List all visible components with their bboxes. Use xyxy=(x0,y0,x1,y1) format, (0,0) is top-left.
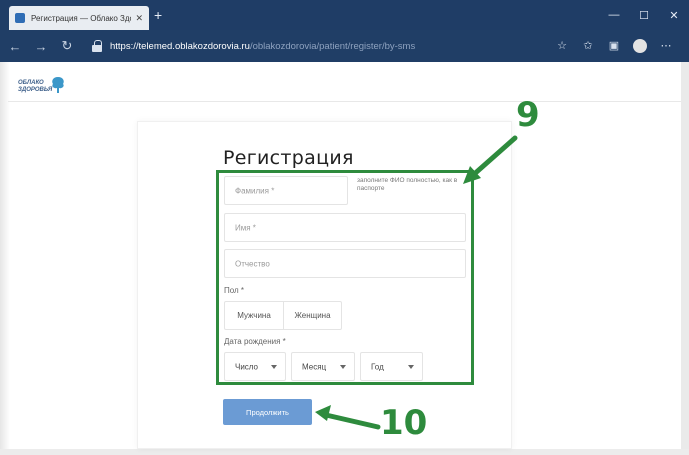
close-window-button[interactable]: ✕ xyxy=(659,0,689,30)
logo-tree-icon xyxy=(52,77,64,93)
more-icon[interactable]: ⋯ xyxy=(653,39,679,53)
page-left-edge xyxy=(0,62,10,455)
browser-address-bar: ← → ↻ https://telemed.oblakozdorovia.ru … xyxy=(0,30,689,62)
close-tab-icon[interactable]: ✕ xyxy=(135,13,143,24)
logo-line-1: ОБЛАКО xyxy=(18,80,44,86)
window-controls: — ☐ ✕ xyxy=(599,0,689,30)
minimize-button[interactable]: — xyxy=(599,0,629,30)
favorites-icon[interactable]: ✩ xyxy=(575,39,601,53)
star-icon[interactable]: ☆ xyxy=(549,39,575,53)
page-bottom-edge xyxy=(0,449,689,455)
url-field[interactable]: https://telemed.oblakozdorovia.ru /oblak… xyxy=(92,35,549,57)
logo-line-2: ЗДОРОВЬЯ xyxy=(18,87,53,93)
annotation-number-9: 9 xyxy=(516,95,540,135)
browser-toolbar: ☆ ✩ ▣ ⋯ xyxy=(549,39,679,53)
continue-button[interactable]: Продолжить xyxy=(223,399,312,425)
site-logo[interactable]: ОБЛАКО ЗДОРОВЬЯ xyxy=(14,77,74,100)
page-right-edge xyxy=(681,62,689,455)
profile-avatar[interactable] xyxy=(633,39,647,53)
collections-icon[interactable]: ▣ xyxy=(601,39,627,53)
screenshot-frame: Регистрация — Облако Здоро ✕ + — ☐ ✕ ← →… xyxy=(0,0,689,455)
browser-tab[interactable]: Регистрация — Облако Здоро ✕ xyxy=(9,6,149,30)
refresh-icon[interactable]: ↻ xyxy=(56,35,78,57)
annotation-highlight-box xyxy=(216,170,474,385)
maximize-button[interactable]: ☐ xyxy=(629,0,659,30)
page-favicon-icon xyxy=(15,13,25,23)
browser-tab-bar: Регистрация — Облако Здоро ✕ + — ☐ ✕ xyxy=(0,0,689,30)
lock-icon[interactable] xyxy=(92,40,102,52)
annotation-number-10: 10 xyxy=(380,403,428,443)
page-title: Регистрация xyxy=(223,147,354,169)
forward-icon[interactable]: → xyxy=(30,35,52,57)
site-header xyxy=(8,62,681,102)
url-path: /oblakozdorovia/patient/register/by-sms xyxy=(249,40,416,52)
new-tab-button[interactable]: + xyxy=(154,8,162,22)
logo-text: ОБЛАКО ЗДОРОВЬЯ xyxy=(18,80,52,94)
url-domain: https://telemed.oblakozdorovia.ru xyxy=(110,40,250,52)
back-icon[interactable]: ← xyxy=(4,35,26,57)
tab-title: Регистрация — Облако Здоро xyxy=(31,13,131,23)
